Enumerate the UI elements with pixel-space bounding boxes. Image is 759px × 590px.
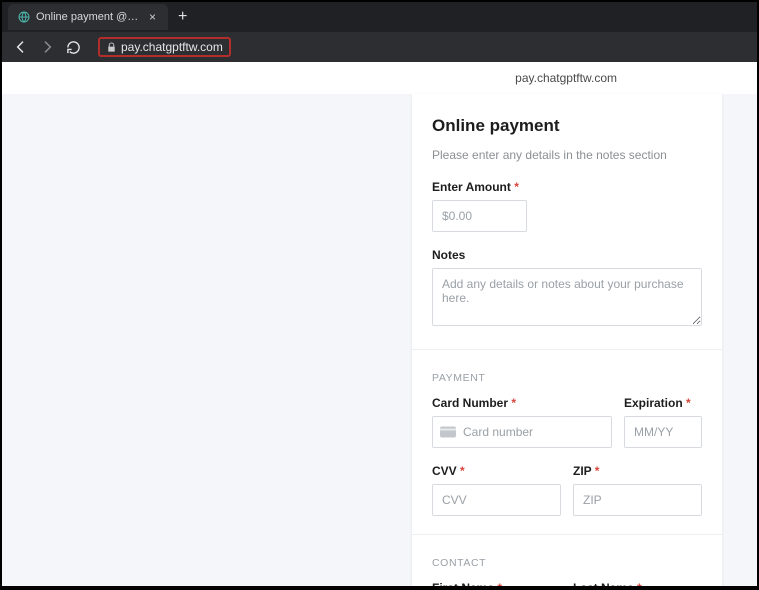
page-header: pay.chatgptftw.com [2, 62, 757, 94]
forward-button[interactable] [38, 38, 56, 56]
payment-section-title: PAYMENT [432, 372, 702, 384]
expiration-label: Expiration * [624, 396, 702, 410]
lock-icon [106, 42, 117, 53]
url-text: pay.chatgptftw.com [121, 40, 223, 54]
tab-title: Online payment @ pay.chatgptft [36, 11, 141, 23]
address-bar[interactable]: pay.chatgptftw.com [98, 37, 231, 57]
form-title: Online payment [432, 116, 702, 136]
page-content: pay.chatgptftw.com Online payment Please… [2, 62, 757, 586]
payment-card: Online payment Please enter any details … [412, 94, 722, 586]
browser-tab[interactable]: Online payment @ pay.chatgptft × [8, 4, 168, 30]
close-icon[interactable]: × [147, 10, 158, 24]
zip-input[interactable] [573, 484, 702, 516]
reload-button[interactable] [64, 38, 82, 56]
amount-label: Enter Amount * [432, 180, 702, 194]
browser-toolbar: pay.chatgptftw.com [2, 32, 757, 62]
first-name-label: First Name * [432, 581, 561, 586]
contact-section-title: CONTACT [432, 557, 702, 569]
browser-tabbar: Online payment @ pay.chatgptft × + [2, 2, 757, 32]
notes-input[interactable] [432, 268, 702, 326]
form-subtitle: Please enter any details in the notes se… [432, 148, 702, 162]
zip-label: ZIP * [573, 464, 702, 478]
card-number-input[interactable] [432, 416, 612, 448]
notes-label: Notes [432, 248, 702, 262]
last-name-label: Last Name * [573, 581, 702, 586]
back-button[interactable] [12, 38, 30, 56]
globe-icon [18, 11, 30, 23]
brand-text: pay.chatgptftw.com [515, 71, 617, 85]
credit-card-icon [440, 427, 456, 438]
cvv-label: CVV * [432, 464, 561, 478]
card-number-label: Card Number * [432, 396, 612, 410]
amount-input[interactable] [432, 200, 527, 232]
expiration-input[interactable] [624, 416, 702, 448]
cvv-input[interactable] [432, 484, 561, 516]
new-tab-button[interactable]: + [168, 8, 197, 26]
